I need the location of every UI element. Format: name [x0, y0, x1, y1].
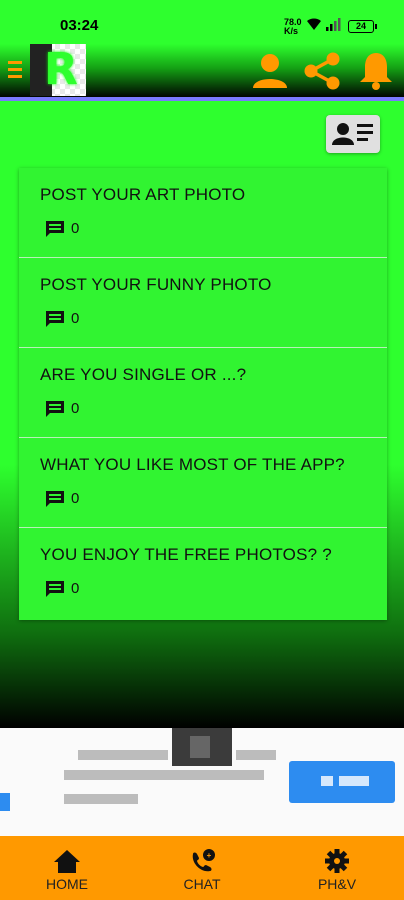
- ad-text-placeholder: [78, 750, 168, 760]
- comment-icon: [46, 401, 64, 417]
- topic-title: YOU ENJOY THE FREE PHOTOS? ?: [40, 545, 332, 564]
- bell-icon[interactable]: [358, 50, 394, 92]
- share-icon[interactable]: [302, 50, 344, 92]
- topic-title: POST YOUR FUNNY PHOTO: [40, 275, 272, 294]
- nav-home[interactable]: HOME: [17, 836, 117, 900]
- battery-indicator: 24: [348, 20, 377, 33]
- menu-icon[interactable]: [8, 59, 22, 81]
- ad-text-placeholder: [64, 794, 138, 804]
- nav-chat[interactable]: + CHAT: [152, 836, 252, 900]
- nav-chat-label: CHAT: [183, 876, 221, 892]
- profile-icon[interactable]: [250, 50, 290, 92]
- app-bar: R: [0, 44, 404, 98]
- nav-phv-label: PH&V: [317, 876, 357, 892]
- comment-count: 0: [71, 400, 80, 417]
- home-icon: [54, 850, 80, 873]
- comment-icon: [46, 491, 64, 507]
- signal-icon: [326, 18, 341, 31]
- status-bar: 03:24 78.0 K/s 24: [0, 0, 404, 44]
- nav-phv[interactable]: PH&V: [287, 836, 387, 900]
- nav-home-label: HOME: [46, 876, 88, 892]
- topic-item[interactable]: WHAT YOU LIKE MOST OF THE APP? 0: [19, 438, 387, 528]
- chat-phone-icon: +: [192, 849, 215, 872]
- status-time: 03:24: [60, 17, 99, 34]
- bottom-nav: HOME + CHAT PH&V: [0, 836, 404, 900]
- topic-title: POST YOUR ART PHOTO: [40, 185, 246, 204]
- comment-icon: [46, 221, 64, 237]
- ad-text-placeholder: [236, 750, 276, 760]
- network-speed: 78.0 K/s: [284, 17, 302, 36]
- gear-icon: [325, 849, 349, 873]
- ad-thumbnail: [172, 728, 232, 766]
- comment-count: 0: [71, 580, 80, 597]
- topic-title: ARE YOU SINGLE OR ...?: [40, 365, 247, 384]
- ad-choices-icon[interactable]: [0, 793, 10, 811]
- topic-item[interactable]: POST YOUR ART PHOTO 0: [19, 168, 387, 258]
- svg-text:+: +: [207, 851, 212, 860]
- main-content: POST YOUR ART PHOTO 0 POST YOUR FUNNY PH…: [0, 101, 404, 728]
- ad-banner[interactable]: [0, 728, 404, 836]
- topic-item[interactable]: YOU ENJOY THE FREE PHOTOS? ? 0: [19, 528, 387, 620]
- comment-count: 0: [71, 310, 80, 327]
- topic-list: POST YOUR ART PHOTO 0 POST YOUR FUNNY PH…: [19, 168, 387, 620]
- wifi-icon: [307, 18, 321, 30]
- topic-title: WHAT YOU LIKE MOST OF THE APP?: [40, 455, 345, 474]
- contact-card-button[interactable]: [326, 115, 380, 153]
- comment-count: 0: [71, 490, 80, 507]
- topic-item[interactable]: ARE YOU SINGLE OR ...? 0: [19, 348, 387, 438]
- topic-item[interactable]: POST YOUR FUNNY PHOTO 0: [19, 258, 387, 348]
- comment-count: 0: [71, 220, 80, 237]
- contact-card-icon: [332, 123, 373, 145]
- app-logo: R: [30, 44, 86, 96]
- ad-cta-button[interactable]: [289, 761, 395, 803]
- comment-icon: [46, 581, 64, 597]
- comment-icon: [46, 311, 64, 327]
- ad-text-placeholder: [64, 770, 264, 780]
